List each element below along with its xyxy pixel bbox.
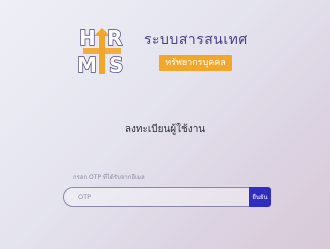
system-title: ระบบสารสนเทศ — [144, 32, 248, 48]
logo-letter-m: M — [77, 53, 97, 77]
hrms-logo: H R M S — [75, 24, 129, 78]
otp-field-label: กรอก OTP ที่ได้รับจากอีเมล — [73, 174, 145, 181]
otp-registration-page: H R M S ระบบสารสนเทศ ทรัพยากรบุคคล ลงทะเ… — [0, 0, 330, 249]
hrms-logo-graphic: H R M S — [76, 25, 124, 77]
logo-letter-r: R — [107, 26, 122, 50]
department-badge: ทรัพยากรบุคคล — [159, 55, 232, 71]
logo-letter-s: S — [109, 53, 123, 77]
page-title: ลงทะเบียนผู้ใช้งาน — [124, 124, 206, 135]
logo-letter-h: H — [79, 26, 96, 50]
otp-input[interactable] — [63, 187, 249, 207]
confirm-button[interactable]: ยืนยัน — [249, 187, 271, 207]
